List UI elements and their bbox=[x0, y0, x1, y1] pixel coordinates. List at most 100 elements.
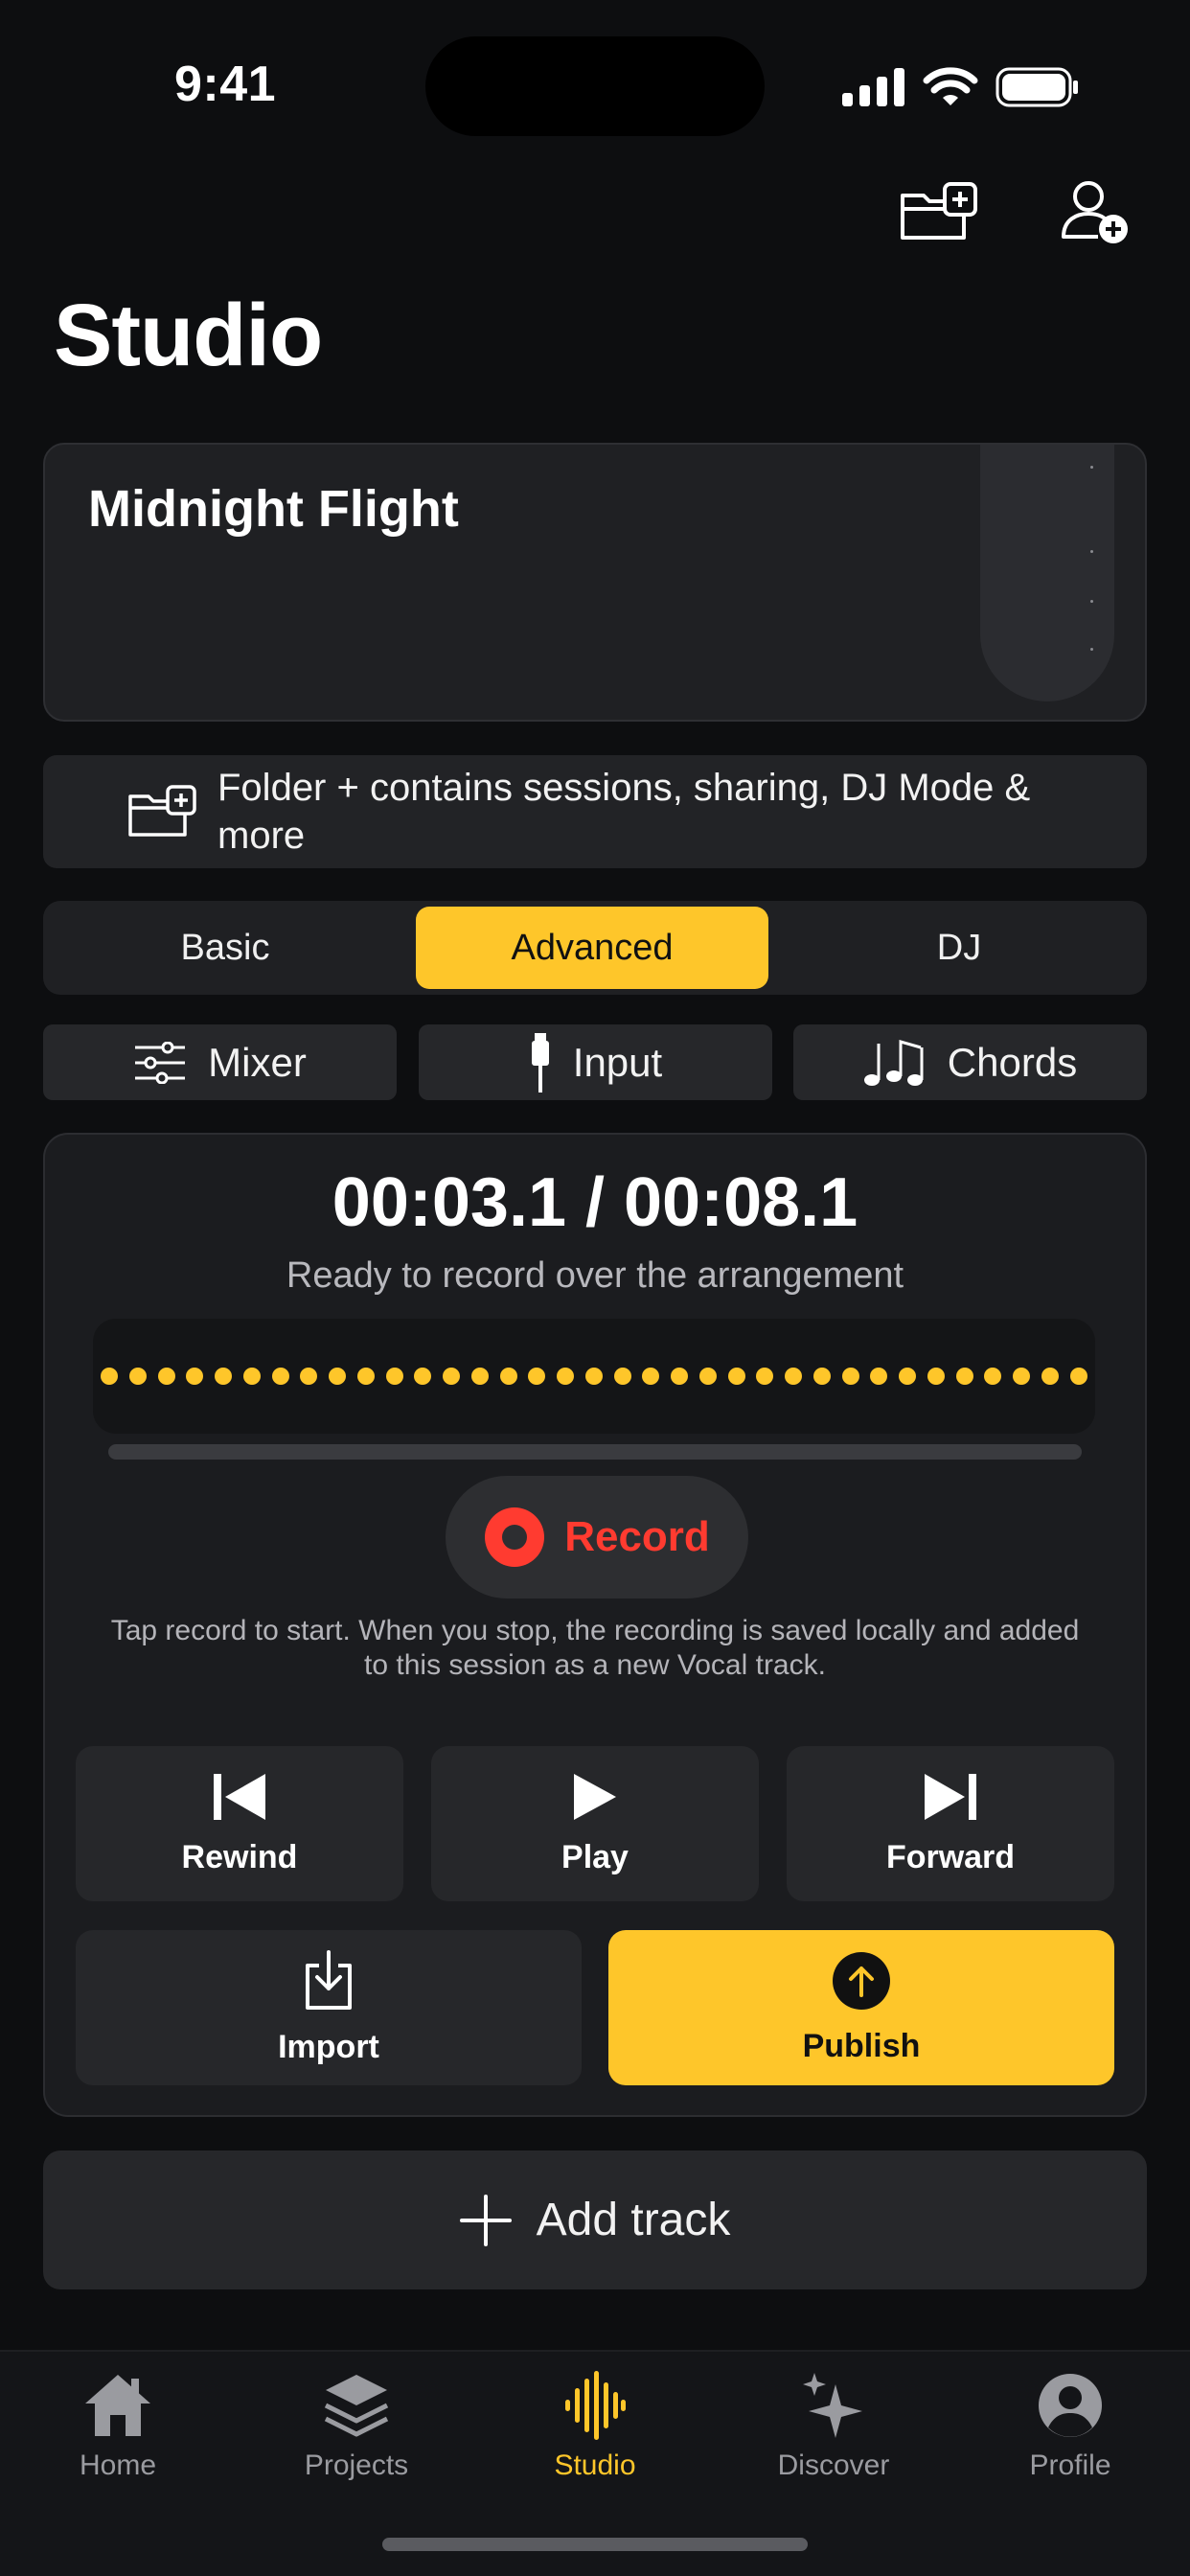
record-icon bbox=[485, 1507, 545, 1567]
waveform-dot bbox=[671, 1368, 688, 1385]
waveform-dot bbox=[1069, 1368, 1087, 1385]
status-time: 9:41 bbox=[174, 57, 277, 112]
upload-arrow-icon bbox=[833, 1951, 890, 2010]
forward-label: Forward bbox=[885, 1838, 1016, 1875]
waveform-dot bbox=[271, 1368, 289, 1385]
waveform-dot bbox=[785, 1368, 802, 1385]
waveform-dot bbox=[528, 1368, 546, 1385]
add-track-label: Add track bbox=[536, 2195, 731, 2245]
play-label: Play bbox=[561, 1838, 629, 1875]
waveform-dot bbox=[1013, 1368, 1030, 1385]
mixer-label: Mixer bbox=[208, 1039, 307, 1085]
cable-icon bbox=[531, 1032, 549, 1092]
waveform-dot bbox=[385, 1368, 403, 1385]
waveform-icon bbox=[565, 2371, 626, 2440]
waveform-dot bbox=[812, 1368, 831, 1385]
waveform-dot bbox=[927, 1368, 945, 1385]
tab-profile[interactable]: Profile bbox=[984, 2371, 1156, 2482]
scroll-indicator[interactable] bbox=[980, 445, 1114, 702]
person-circle-icon bbox=[1039, 2374, 1102, 2437]
rewind-label: Rewind bbox=[181, 1838, 298, 1875]
folder-plus-icon bbox=[901, 182, 977, 240]
mixer-button[interactable]: Mixer bbox=[43, 1024, 397, 1100]
wifi-icon bbox=[923, 67, 978, 105]
add-track-button[interactable]: Add track bbox=[43, 2150, 1147, 2289]
folder-plus-banner[interactable]: Folder + contains sessions, sharing, DJ … bbox=[43, 755, 1147, 868]
layers-icon bbox=[324, 2375, 389, 2437]
publish-button[interactable]: Publish bbox=[608, 1930, 1114, 2085]
battery-icon bbox=[995, 67, 1078, 107]
waveform-dot bbox=[329, 1368, 346, 1385]
waveform-dot bbox=[128, 1368, 147, 1385]
record-button[interactable]: Record bbox=[446, 1476, 748, 1598]
waveform-dot bbox=[841, 1368, 859, 1385]
tab-projects[interactable]: Projects bbox=[270, 2371, 443, 2482]
waveform-dot bbox=[300, 1368, 318, 1385]
scroll-dot bbox=[1090, 466, 1093, 469]
tab-label: Home bbox=[79, 2450, 157, 2481]
play-icon bbox=[574, 1773, 616, 1820]
waveform-dot bbox=[642, 1368, 660, 1385]
waveform-dot bbox=[157, 1368, 175, 1385]
sliders-icon bbox=[135, 1041, 186, 1084]
new-folder-button[interactable] bbox=[893, 174, 985, 251]
recorder-panel: 00:03.1 / 00:08.1 Ready to record over t… bbox=[43, 1133, 1147, 2117]
waveform-dot bbox=[756, 1368, 774, 1385]
input-button[interactable]: Input bbox=[419, 1024, 772, 1100]
rewind-button[interactable]: Rewind bbox=[76, 1746, 403, 1901]
recorder-status: Ready to record over the arrangement bbox=[286, 1255, 904, 1296]
tab-studio[interactable]: Studio bbox=[509, 2371, 681, 2482]
waveform-dot bbox=[470, 1368, 489, 1385]
page-title: Studio bbox=[54, 287, 323, 384]
waveform-dot bbox=[242, 1368, 261, 1385]
add-collaborator-button[interactable] bbox=[1050, 174, 1142, 251]
banner-text: Folder + contains sessions, sharing, DJ … bbox=[217, 767, 1031, 857]
mode-segmented-control: Basic Advanced DJ bbox=[43, 901, 1147, 995]
mode-basic[interactable]: Basic bbox=[49, 907, 401, 989]
mode-advanced[interactable]: Advanced bbox=[416, 907, 768, 989]
input-label: Input bbox=[572, 1039, 663, 1085]
mode-dj[interactable]: DJ bbox=[783, 907, 1135, 989]
waveform-dot bbox=[356, 1368, 375, 1385]
chords-button[interactable]: Chords bbox=[793, 1024, 1147, 1100]
skip-back-icon bbox=[214, 1773, 265, 1820]
folder-plus-icon bbox=[128, 785, 196, 837]
waveform-dot bbox=[984, 1368, 1002, 1385]
waveform-dot bbox=[955, 1368, 973, 1385]
waveform-dot bbox=[727, 1368, 745, 1385]
waveform-dot bbox=[870, 1368, 888, 1385]
dynamic-island bbox=[425, 36, 765, 136]
waveform-dot bbox=[899, 1368, 916, 1385]
waveform-dot bbox=[101, 1368, 118, 1385]
record-label: Record bbox=[564, 1513, 710, 1560]
tab-discover[interactable]: Discover bbox=[747, 2371, 920, 2482]
forward-button[interactable]: Forward bbox=[787, 1746, 1114, 1901]
waveform-dot bbox=[557, 1368, 574, 1385]
project-title: Midnight Flight bbox=[88, 480, 459, 538]
scroll-dot bbox=[1090, 600, 1093, 603]
sparkles-icon bbox=[803, 2373, 862, 2438]
tab-label: Discover bbox=[777, 2450, 890, 2481]
waveform-dot bbox=[698, 1368, 717, 1385]
import-icon bbox=[306, 1949, 352, 2010]
tab-home[interactable]: Home bbox=[32, 2371, 204, 2482]
home-indicator bbox=[382, 2538, 808, 2551]
record-help-text: Tap record to start. When you stop, the … bbox=[110, 1615, 1080, 1681]
status-icons bbox=[842, 63, 1080, 111]
waveform-dot bbox=[186, 1368, 204, 1385]
waveform-dot bbox=[584, 1368, 603, 1385]
music-notes-icon bbox=[863, 1039, 924, 1086]
waveform-dot bbox=[215, 1368, 232, 1385]
waveform-dot bbox=[1041, 1368, 1059, 1385]
project-card[interactable]: Midnight Flight bbox=[43, 443, 1147, 722]
waveform[interactable] bbox=[93, 1319, 1095, 1434]
signal-icon bbox=[842, 68, 904, 106]
import-button[interactable]: Import bbox=[76, 1930, 582, 2085]
import-label: Import bbox=[278, 2028, 379, 2065]
progress-track[interactable] bbox=[108, 1444, 1082, 1460]
person-add-icon bbox=[1062, 181, 1128, 243]
play-button[interactable]: Play bbox=[431, 1746, 759, 1901]
tab-label: Studio bbox=[554, 2450, 636, 2481]
timecode: 00:03.1 / 00:08.1 bbox=[332, 1164, 858, 1241]
home-icon bbox=[85, 2375, 150, 2436]
